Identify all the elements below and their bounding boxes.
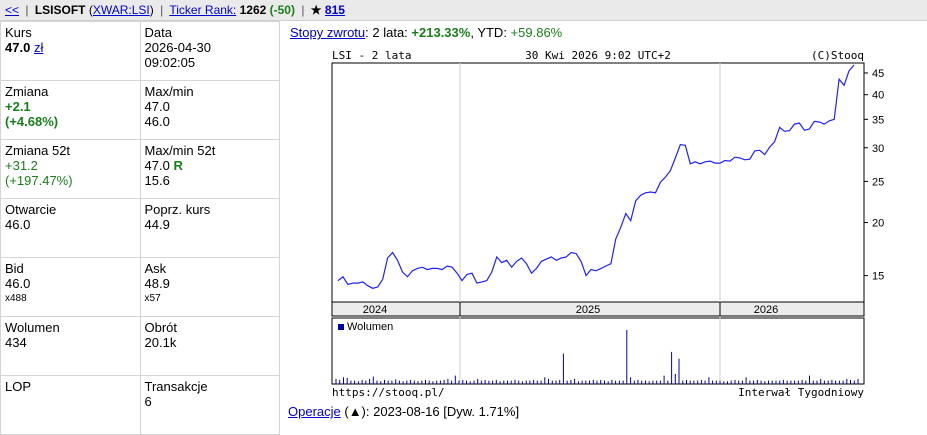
- rank-value: 1262: [239, 3, 267, 17]
- stat-value: 434: [5, 335, 27, 350]
- stats-table: Kurs 47.0 zł Data 2026-04-30 09:02:05 Zmiana +…: [0, 21, 281, 435]
- operations-link[interactable]: Operacje: [288, 404, 341, 419]
- volume-plot-frame: [331, 317, 865, 385]
- stat-cell: Ask 48.9 x57: [139, 257, 281, 317]
- stat-cell: Zmiana 52t +31.2 (+197.47%): [0, 139, 141, 199]
- stat-value: 20.1k: [144, 335, 177, 350]
- stat-label: Max/min 52t: [144, 143, 216, 158]
- stats-row: Kurs 47.0 zł Data 2026-04-30 09:02:05: [0, 21, 281, 81]
- stats-row: Zmiana 52t +31.2 (+197.47%) Max/min 52t 47.0…: [0, 139, 281, 199]
- operations-line: Operacje (▲): 2023-08-16 [Dyw. 1.71%]: [288, 404, 519, 419]
- star-icon: ★: [310, 3, 322, 17]
- stat-value-row: 47.0 R: [145, 158, 275, 173]
- stat-value: 15.6: [144, 173, 170, 188]
- stat-value: 47.0: [144, 158, 170, 173]
- stat-cell: LOP: [0, 375, 141, 435]
- stats-row: LOP Transakcje 6: [0, 375, 281, 435]
- stat-value: 47.0: [144, 99, 170, 114]
- currency-link[interactable]: zł: [34, 40, 43, 55]
- ticker-rank-link[interactable]: Ticker Rank:: [169, 3, 236, 17]
- stat-value: 2026-04-30: [144, 40, 212, 55]
- exchange-wrap: (XWAR:LSI): [88, 3, 154, 17]
- stat-value: (+4.68%): [5, 114, 59, 129]
- stat-cell: Max/min 52t 47.0 R 15.6: [139, 139, 281, 199]
- rank-change: (-50): [269, 3, 295, 17]
- stat-label: Data: [144, 25, 172, 40]
- stat-label: Ask: [144, 261, 167, 276]
- volume-legend-swatch: [338, 324, 344, 330]
- stat-cell: Otwarcie 46.0: [0, 198, 141, 258]
- stat-sub: x57: [144, 293, 161, 304]
- chart-panel: Stopy zwrotu: 2 lata: +213.33%, YTD: +59…: [280, 21, 927, 432]
- x-axis-label: 2025: [576, 304, 600, 316]
- y-tick-label: 45: [872, 68, 884, 80]
- stat-label: Otwarcie: [5, 202, 57, 217]
- stat-cell: Bid 46.0 x488: [0, 257, 141, 317]
- y-tick-label: 35: [872, 114, 884, 126]
- stat-cell: Obrót 20.1k: [139, 316, 281, 376]
- stat-cell: Transakcje 6: [139, 375, 281, 435]
- price-value: 47.0: [5, 40, 31, 55]
- stat-value: 44.9: [144, 217, 170, 232]
- stat-cell: Data 2026-04-30 09:02:05: [139, 21, 281, 81]
- y-tick-label: 40: [872, 90, 884, 102]
- y-tick-label: 15: [872, 271, 884, 283]
- back-link[interactable]: <<: [5, 3, 19, 17]
- top-bar: << | LSISOFT (XWAR:LSI) | Ticker Rank: 1…: [0, 0, 927, 21]
- stat-cell: Kurs 47.0 zł: [0, 21, 141, 81]
- stat-label: LOP: [5, 379, 32, 394]
- stat-value: (+197.47%): [5, 173, 73, 188]
- chart-timestamp: 30 Kwi 2026 9:02 UTC+2: [525, 49, 671, 62]
- price-line: [337, 64, 855, 289]
- y-tick-label: 25: [872, 176, 884, 188]
- chart-title: LSI - 2 lata: [332, 49, 411, 62]
- price-plot-frame: [331, 62, 865, 303]
- stat-label: Max/min: [144, 84, 194, 99]
- stats-row: Zmiana +2.1 (+4.68%) Max/min 47.0 46.0: [0, 80, 281, 140]
- stat-label: Kurs: [5, 25, 32, 40]
- stat-label: Zmiana: [5, 84, 49, 99]
- stat-cell: Poprz. kurs 44.9: [139, 198, 281, 258]
- stat-value: 46.0: [5, 276, 31, 291]
- star-count-link[interactable]: 815: [325, 3, 345, 17]
- x-axis-label: 2026: [754, 304, 778, 316]
- y-tick-label: 20: [872, 218, 884, 230]
- y-tick-label: 30: [872, 143, 884, 155]
- separator: |: [25, 3, 29, 17]
- interval-label: Interwał Tygodniowy: [738, 386, 864, 399]
- stat-value: 09:02:05: [144, 55, 196, 70]
- stats-row: Bid 46.0 x488 Ask 48.9 x57: [0, 257, 281, 317]
- source-url: https://stooq.pl/: [332, 386, 445, 399]
- stat-label: Wolumen: [5, 320, 60, 335]
- stat-label: Poprz. kurs: [144, 202, 211, 217]
- stat-value: 6: [144, 394, 152, 409]
- stat-value: 46.0: [144, 114, 170, 129]
- volume-legend-label: Wolumen: [347, 321, 393, 333]
- stat-cell: Zmiana +2.1 (+4.68%): [0, 80, 141, 140]
- stat-label: Transakcje: [144, 379, 208, 394]
- exchange-link[interactable]: XWAR:LSI: [93, 3, 150, 17]
- operations-text: (▲): 2023-08-16 [Dyw. 1.71%]: [340, 404, 520, 419]
- stat-cell: Wolumen 434: [0, 316, 141, 376]
- record-flag: R: [173, 158, 183, 173]
- stat-label: Zmiana 52t: [5, 143, 71, 158]
- stat-value: 48.9: [144, 276, 170, 291]
- stats-row: Otwarcie 46.0 Poprz. kurs 44.9: [0, 198, 281, 258]
- stats-row: Wolumen 434 Obrót 20.1k: [0, 316, 281, 376]
- stat-value: 46.0: [5, 217, 31, 232]
- stat-label: Obrót: [144, 320, 178, 335]
- chart-copyright: (C)Stooq: [811, 49, 864, 62]
- stat-value: +2.1: [5, 99, 31, 114]
- stat-value: +31.2: [5, 158, 38, 173]
- stat-sub: x488: [5, 293, 27, 304]
- stat-label: Bid: [5, 261, 24, 276]
- stat-value: 47.0 zł: [5, 40, 136, 55]
- ticker-name: LSISOFT: [34, 3, 86, 17]
- x-axis-label: 2024: [363, 304, 387, 316]
- price-chart[interactable]: LSI - 2 lata 30 Kwi 2026 9:02 UTC+2 (C)Sto…: [280, 21, 927, 401]
- stat-cell: Max/min 47.0 46.0: [139, 80, 281, 140]
